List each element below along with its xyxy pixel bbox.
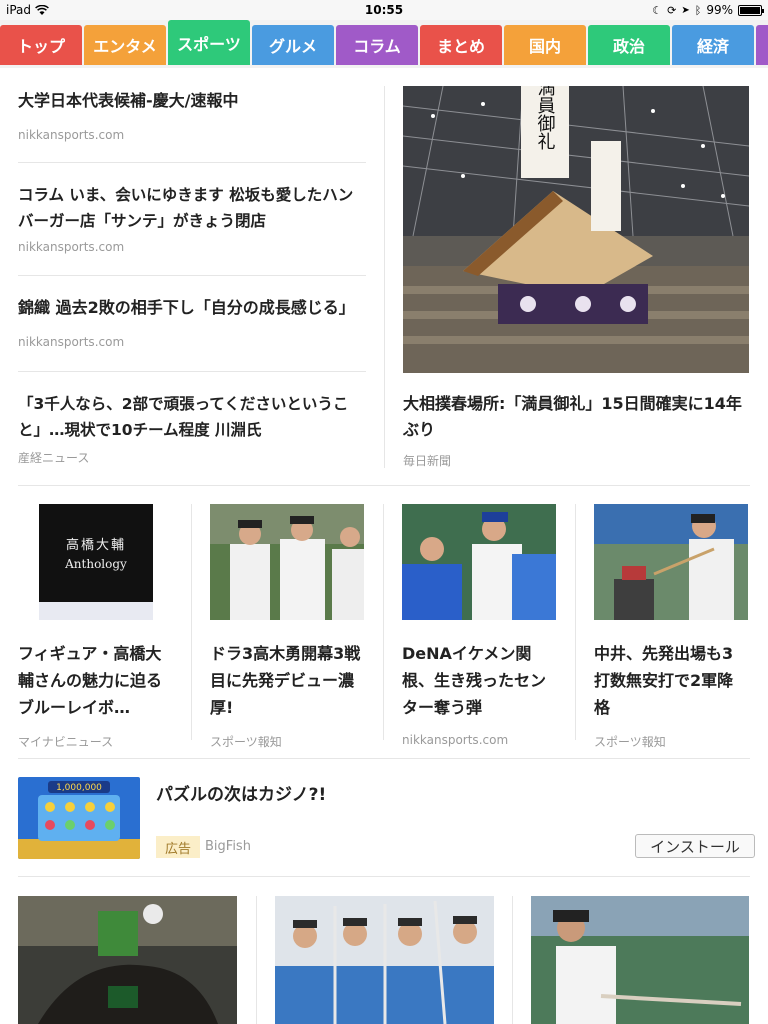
tab-2[interactable]: スポーツ (168, 20, 250, 65)
tab-4[interactable]: コラム (336, 25, 418, 65)
news-item[interactable]: 大学日本代表候補-慶大/速報中 nikkansports.com (18, 88, 366, 142)
category-tabs: トップ エンタメ スポーツ グルメ コラム まとめ 国内 政治 経済 (0, 20, 768, 68)
news-card[interactable] (531, 896, 749, 1024)
ad-badge: 広告 (156, 836, 200, 858)
divider (18, 275, 366, 276)
tab-6[interactable]: 国内 (504, 25, 586, 65)
feature-title: 大相撲春場所:「満員御礼」15日間確実に14年ぶり (403, 394, 742, 439)
battery-icon (738, 4, 764, 16)
banner-text: 満員御礼 (535, 86, 556, 150)
card-image (18, 896, 237, 1024)
news-item[interactable]: コラム いま、会いにゆきます 松坂も愛したハンバーガー店「サンテ」がきょう閉店 … (18, 182, 366, 254)
news-card[interactable]: 中井、先発出場も3打数無安打で2軍降格 スポーツ報知 (594, 504, 748, 750)
column-divider (512, 896, 513, 1024)
card-image (531, 896, 749, 1024)
tab-7[interactable]: 政治 (588, 25, 670, 65)
column-divider (256, 896, 257, 1024)
news-item[interactable]: 「3千人なら、2部で頑張ってくださいということ」…現状で10チーム程度 川淵氏 … (18, 391, 366, 466)
tab-1[interactable]: エンタメ (84, 25, 166, 65)
card-image (210, 504, 364, 620)
card-title: DeNAイケメン関根、生き残ったセンター奪う弾 (402, 644, 547, 717)
feature-image: 満員御礼 (403, 86, 749, 373)
card-image: 高橋大輔 Anthology (18, 504, 172, 620)
section-divider (18, 758, 750, 759)
news-title: 大学日本代表候補-慶大/速報中 (18, 91, 239, 110)
card-source: スポーツ報知 (594, 735, 666, 749)
news-source: nikkansports.com (18, 128, 125, 142)
news-title: 錦織 過去2敗の相手下し「自分の成長感じる」 (18, 298, 355, 317)
news-source: nikkansports.com (18, 240, 125, 254)
card-title: ドラ3高木勇開幕3戦目に先発デビュー濃厚! (210, 644, 361, 717)
install-button[interactable]: インストール (635, 834, 755, 858)
ad-image: 1,000,000 (18, 777, 140, 859)
card-image (402, 504, 556, 620)
status-bar: iPad 10:55 ☾ ⟳ ➤ ᛒ 99% (0, 0, 768, 20)
news-source: nikkansports.com (18, 335, 125, 349)
news-card[interactable]: DeNAイケメン関根、生き残ったセンター奪う弾 nikkansports.com (402, 504, 556, 747)
tab-overflow[interactable] (756, 25, 768, 65)
card-image (594, 504, 748, 620)
location-icon: ➤ (681, 4, 690, 16)
tab-3[interactable]: グルメ (252, 25, 334, 65)
card-source: nikkansports.com (402, 733, 509, 747)
column-divider (191, 504, 192, 740)
news-card[interactable]: 高橋大輔 Anthology フィギュア・高橋大輔さんの魅力に迫るブルーレイボ…… (18, 504, 172, 750)
card-source: スポーツ報知 (210, 735, 282, 749)
divider (18, 371, 366, 372)
card-source: マイナビニュース (18, 735, 114, 749)
news-card[interactable] (275, 896, 494, 1024)
news-card[interactable] (18, 896, 237, 1024)
news-title: コラム いま、会いにゆきます 松坂も愛したハンバーガー店「サンテ」がきょう閉店 (18, 186, 354, 230)
card-title: 中井、先発出場も3打数無安打で2軍降格 (594, 644, 734, 717)
feature-source: 毎日新聞 (403, 454, 452, 468)
divider (18, 162, 366, 163)
ad-sponsor: BigFish (205, 839, 251, 854)
section-divider (18, 876, 750, 877)
column-divider (383, 504, 384, 740)
news-item[interactable]: 錦織 過去2敗の相手下し「自分の成長感じる」 nikkansports.com (18, 295, 366, 349)
card-title: フィギュア・高橋大輔さんの魅力に迫るブルーレイボ… (18, 644, 163, 717)
svg-text:1,000,000: 1,000,000 (56, 783, 102, 793)
moon-icon: ☾ (652, 3, 663, 17)
column-divider (384, 86, 385, 468)
battery-percent: 99% (706, 3, 733, 17)
tab-8[interactable]: 経済 (672, 25, 754, 65)
status-right: ☾ ⟳ ➤ ᛒ 99% (652, 3, 764, 17)
news-title: 「3千人なら、2部で頑張ってくださいということ」…現状で10チーム程度 川淵氏 (18, 395, 349, 439)
feature-story[interactable]: 満員御礼 大相撲春場所:「満員御礼」15日間確実に14年ぶり 毎日新聞 (403, 86, 749, 468)
news-source: 産経ニュース (18, 451, 90, 465)
bluetooth-icon: ᛒ (694, 3, 702, 17)
tab-0[interactable]: トップ (0, 25, 82, 65)
ad-title: パズルの次はカジノ?! (156, 785, 327, 805)
card-image (275, 896, 494, 1024)
lock-rotation-icon: ⟳ (667, 3, 677, 17)
news-card[interactable]: ドラ3高木勇開幕3戦目に先発デビュー濃厚! スポーツ報知 (210, 504, 364, 750)
tab-5[interactable]: まとめ (420, 25, 502, 65)
column-divider (575, 504, 576, 740)
section-divider (18, 485, 750, 486)
